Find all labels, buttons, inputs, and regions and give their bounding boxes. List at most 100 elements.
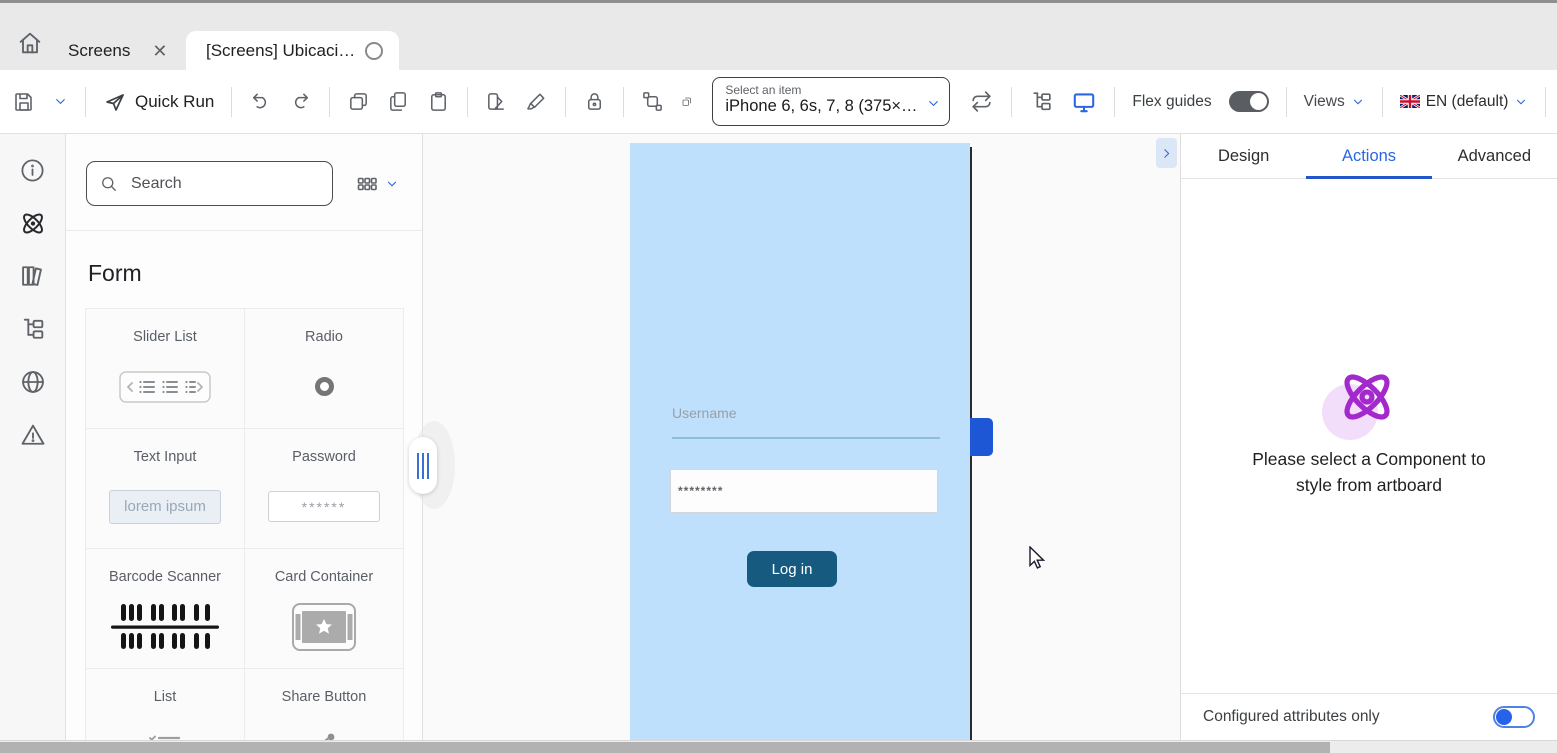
toggle-knob (1250, 93, 1267, 110)
navigation-tree-button[interactable] (19, 315, 47, 343)
username-field[interactable]: Username (672, 405, 940, 439)
component-list[interactable]: List (86, 669, 244, 740)
home-icon (16, 29, 44, 57)
tab-screens[interactable]: Screens ✕ (68, 33, 167, 69)
tab-actions-label: Actions (1342, 147, 1396, 166)
component-share-button[interactable]: Share Button (245, 669, 403, 740)
close-icon[interactable]: ✕ (152, 41, 167, 62)
selection-handle[interactable] (970, 418, 993, 456)
brush-button[interactable] (525, 90, 548, 113)
styles-button[interactable] (485, 90, 508, 113)
undo-icon (249, 90, 272, 113)
password-icon: ****** (268, 491, 380, 522)
send-icon (103, 90, 127, 114)
component-slider-list[interactable]: Slider List (86, 309, 244, 428)
library-button[interactable] (19, 262, 47, 290)
canvas[interactable]: Username ******** Log in (424, 134, 1180, 740)
redo-icon (289, 90, 312, 113)
library-icon (19, 262, 47, 290)
quick-run-label: Quick Run (135, 92, 214, 112)
slider-list-icon (86, 345, 244, 428)
search-input[interactable] (131, 175, 301, 193)
uk-flag-icon (1400, 95, 1420, 108)
duplicate-button[interactable] (387, 90, 410, 113)
undo-button[interactable] (249, 90, 272, 113)
preview-monitor-button[interactable] (1071, 89, 1097, 115)
lock-button[interactable] (583, 90, 606, 113)
device-select-label: Select an item (725, 83, 921, 97)
paste-icon (427, 90, 450, 113)
inspector-footer: Configured attributes only (1181, 693, 1557, 740)
view-mode-button[interactable] (355, 172, 399, 196)
globe-button[interactable] (19, 368, 47, 396)
styles-icon (485, 90, 508, 113)
tab-design[interactable]: Design (1181, 134, 1306, 178)
card-icon (245, 585, 403, 668)
component-label: Radio (305, 329, 343, 345)
quick-run-button[interactable]: Quick Run (103, 90, 214, 114)
save-button[interactable] (12, 90, 36, 114)
password-preview: ****** (302, 499, 347, 515)
copy-button[interactable] (347, 90, 370, 113)
radio-icon (315, 377, 334, 396)
inspector-empty-state: Please select a Component to style from … (1181, 364, 1557, 499)
mouse-cursor (1028, 546, 1047, 572)
login-button[interactable]: Log in (747, 551, 837, 587)
component-text-input[interactable]: Text Input lorem ipsum (86, 429, 244, 548)
group-button[interactable] (641, 90, 664, 113)
warnings-button[interactable] (19, 421, 47, 449)
toolbar-divider (1114, 87, 1115, 117)
component-label: Password (292, 449, 356, 465)
inspector-expand-button[interactable] (1156, 138, 1177, 168)
toggle-knob (1496, 709, 1512, 725)
password-field[interactable]: ******** (670, 469, 938, 513)
component-label: Slider List (133, 329, 197, 345)
scrollbar-thumb[interactable] (0, 742, 1330, 753)
flex-guides-toggle[interactable] (1229, 91, 1269, 112)
component-tree-button[interactable] (1029, 89, 1054, 114)
toolbar-divider (467, 87, 468, 117)
duplicate-icon (387, 90, 410, 113)
search-icon (99, 174, 119, 194)
login-button-label: Log in (772, 561, 813, 578)
device-select-value: iPhone 6, 6s, 7, 8 (375×… (725, 97, 921, 116)
toolbar-divider (623, 87, 624, 117)
redo-button[interactable] (289, 90, 312, 113)
globe-icon (19, 368, 47, 396)
palette-resize-handle[interactable] (409, 437, 437, 494)
swap-orientation-button[interactable] (969, 89, 994, 114)
component-radio[interactable]: Radio (245, 309, 403, 428)
horizontal-scrollbar[interactable] (0, 740, 1557, 753)
toolbar-divider (1286, 87, 1287, 117)
component-palette: Form Slider List Radio (66, 134, 423, 740)
info-button[interactable] (19, 156, 47, 184)
left-icon-rail (0, 134, 66, 753)
share-icon (245, 705, 403, 740)
tab-advanced[interactable]: Advanced (1432, 134, 1557, 178)
tab-screens-ubicaci[interactable]: [Screens] Ubicaci… (186, 31, 399, 70)
inspector-tabs: Design Actions Advanced (1181, 134, 1557, 179)
toolbar-divider (329, 87, 330, 117)
home-button[interactable] (16, 29, 44, 57)
components-button[interactable] (19, 209, 47, 237)
component-password[interactable]: Password ****** (245, 429, 403, 548)
device-select-dropdown[interactable]: Select an item iPhone 6, 6s, 7, 8 (375×… (712, 77, 950, 126)
phone-artboard[interactable]: Username ******** Log in (630, 143, 970, 743)
component-label: Card Container (275, 569, 373, 585)
tab-screens-label: Screens (68, 41, 130, 61)
palette-section-title: Form (88, 260, 422, 287)
component-card-container[interactable]: Card Container (245, 549, 403, 668)
paste-button[interactable] (427, 90, 450, 113)
views-label: Views (1304, 93, 1345, 111)
ungroup-button[interactable] (681, 90, 693, 113)
component-barcode-scanner[interactable]: Barcode Scanner (86, 549, 244, 668)
views-dropdown[interactable]: Views (1304, 93, 1365, 111)
empty-state-message: Please select a Component to style from … (1252, 446, 1487, 499)
configured-attributes-toggle[interactable] (1493, 706, 1535, 728)
save-options-button[interactable] (53, 94, 68, 109)
configured-attributes-label: Configured attributes only (1203, 708, 1380, 726)
search-box[interactable] (86, 161, 333, 206)
warning-icon (19, 421, 47, 449)
tab-actions[interactable]: Actions (1306, 134, 1431, 178)
language-dropdown[interactable]: EN (default) (1400, 93, 1529, 111)
